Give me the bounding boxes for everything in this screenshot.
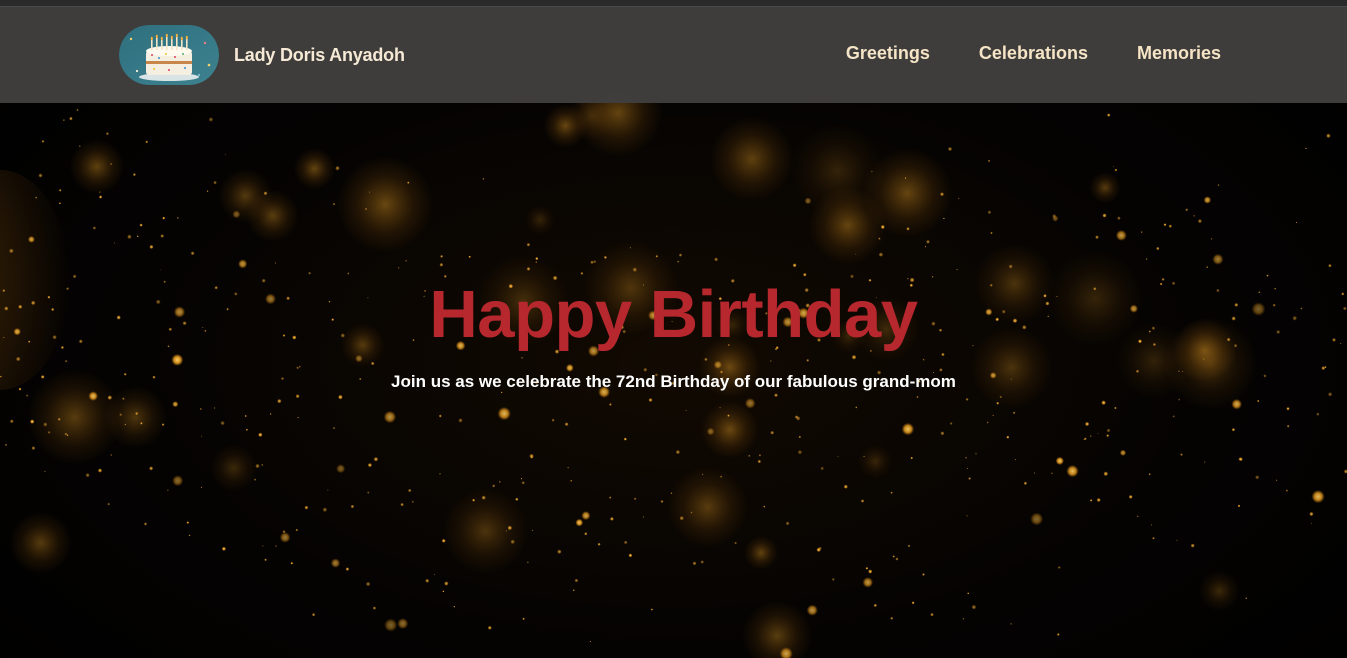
birthday-cake-icon bbox=[119, 25, 219, 85]
page: Lady Doris Anyadoh Greetings Celebration… bbox=[0, 0, 1347, 658]
navbar: Lady Doris Anyadoh Greetings Celebration… bbox=[0, 7, 1347, 103]
hero-subtitle: Join us as we celebrate the 72nd Birthda… bbox=[391, 372, 956, 391]
brand-name: Lady Doris Anyadoh bbox=[234, 44, 405, 65]
main-nav: Greetings Celebrations Memories bbox=[846, 43, 1221, 64]
nav-link-memories[interactable]: Memories bbox=[1137, 43, 1221, 64]
hero-section: Happy Birthday Join us as we celebrate t… bbox=[0, 103, 1347, 658]
hero-title: Happy Birthday bbox=[429, 277, 918, 352]
top-border bbox=[0, 0, 1347, 7]
nav-link-celebrations[interactable]: Celebrations bbox=[979, 43, 1088, 64]
nav-link-greetings[interactable]: Greetings bbox=[846, 43, 930, 64]
brand-link[interactable]: Lady Doris Anyadoh bbox=[119, 25, 405, 85]
